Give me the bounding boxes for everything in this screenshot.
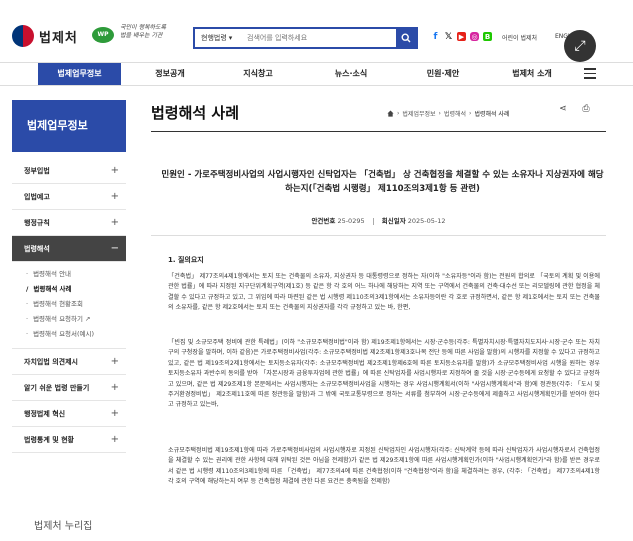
facebook-icon[interactable]: f [431, 32, 440, 42]
sidebar-item-easy-law[interactable]: 알기 쉬운 법령 만들기 + [12, 375, 126, 401]
logo-text: 법제처 [39, 30, 78, 46]
search-scope-select[interactable]: 현행법령 ▾ [195, 33, 243, 43]
site-logo[interactable]: 법제처 [12, 25, 78, 47]
plus-icon: + [110, 408, 119, 419]
print-icon[interactable]: ⎙ [579, 104, 593, 118]
plus-icon: + [110, 217, 119, 228]
nav-about[interactable]: 법제처 소개 [500, 63, 564, 85]
plus-icon: + [110, 356, 119, 367]
breadcrumb-item: 법령해석 사례 [474, 111, 510, 118]
sidebar-item-innovation[interactable]: 행정법제 혁신 + [12, 401, 126, 427]
expand-icon[interactable]: ⤢ [564, 30, 596, 62]
submenu-status[interactable]: 법령해석 현황조회 [26, 297, 126, 312]
sidebar-item-label: 자치입법 의견제시 [24, 357, 78, 366]
case-no: 25-0295 [337, 217, 365, 225]
breadcrumb-item[interactable]: 법령해석 [444, 109, 466, 118]
breadcrumb-item[interactable]: 법제업무정보 [402, 109, 435, 118]
sidebar-item-local-legislation[interactable]: 자치입법 의견제시 + [12, 349, 126, 375]
submenu-request-sample[interactable]: 법령해석 요청서(예시) [26, 327, 126, 342]
sidebar-title: 법제업무정보 [12, 100, 126, 152]
caret-down-icon: ▾ [228, 34, 233, 42]
date-label: 회신일자 [381, 217, 406, 225]
breadcrumb-sep: › [397, 110, 400, 117]
case-no-label: 안건번호 [311, 217, 336, 225]
sidebar-item-label: 행정법제 혁신 [24, 409, 66, 418]
kids-site-link[interactable]: 어린이 법제처 [502, 33, 537, 42]
case-title: 민원인 - 가로주택정비사업의 사업시행자인 신탁업자는 「건축법」 상 건축협… [161, 170, 604, 194]
sidebar-item-legislation-notice[interactable]: 입법예고 + [12, 184, 126, 210]
home-icon[interactable] [387, 110, 394, 117]
plus-icon: + [110, 382, 119, 393]
nav-civil[interactable]: 민원·제안 [412, 63, 474, 85]
plus-icon: + [110, 434, 119, 445]
instagram-icon[interactable]: ◎ [470, 32, 479, 41]
search-input[interactable] [243, 29, 396, 47]
slogan: 국민이 행복하도록 법을 배우는 기관 [120, 24, 167, 39]
share-icon[interactable]: ⋖ [556, 104, 570, 118]
nav-legal-info[interactable]: 법제업무정보 [38, 63, 121, 85]
x-twitter-icon[interactable]: 𝕏 [444, 32, 453, 42]
sidebar-item-interpretation[interactable]: 법령해석 − [12, 236, 126, 262]
youtube-icon[interactable]: ▶ [457, 32, 466, 41]
reply-date: 2025-05-12 [407, 217, 446, 225]
body-paragraph: 「건축법」 제77조의4제1항에서는 토지 또는 건축물의 소유자, 지상권자 … [168, 273, 600, 312]
nav-news[interactable]: 뉴스·소식 [320, 63, 382, 85]
plus-icon: + [110, 165, 119, 176]
minus-icon: − [110, 243, 119, 254]
sidebar-item-gov-legislation[interactable]: 정부입법 + [12, 158, 126, 184]
section-heading: 1. 질의요지 [168, 256, 204, 264]
sidebar-item-label: 법령해석 [24, 244, 50, 253]
page-title: 법령해석 사례 [151, 104, 240, 122]
search-icon [401, 33, 411, 43]
sidebar-item-label: 알기 쉬운 법령 만들기 [24, 383, 90, 392]
search-scope-value: 현행법령 [201, 34, 227, 42]
main-nav: 법제업무정보 정보공개 지식창고 뉴스·소식 민원·제안 법제처 소개 [0, 62, 633, 86]
nav-disclosure[interactable]: 정보공개 [140, 63, 200, 85]
search-bar: 현행법령 ▾ [193, 27, 418, 49]
site-header: 법제처 WP 국민이 행복하도록 법을 배우는 기관 현행법령 ▾ f 𝕏 ▶ … [0, 0, 633, 62]
sidebar-item-label: 법령통계 및 현황 [24, 435, 74, 444]
body-paragraph: 「빈집 및 소규모주택 정비에 관한 특례법」(이하 "소규모주택정비법"이라 … [168, 339, 600, 409]
sidebar-item-label: 입법예고 [24, 192, 50, 201]
submenu-request[interactable]: 법령해석 요청하기 ↗ [26, 312, 126, 327]
social-links: f 𝕏 ▶ ◎ B [431, 32, 492, 42]
submenu-cases[interactable]: 법령해석 사례 [26, 282, 126, 297]
sidebar-submenu: 법령해석 안내 법령해석 사례 법령해석 현황조회 법령해석 요청하기 ↗ 법령… [12, 262, 126, 349]
body-paragraph: 소규모주택정비법 제19조제1항에 따라 가로주택정비사업의 사업시행자로 지정… [168, 447, 600, 486]
nav-knowledge[interactable]: 지식창고 [228, 63, 288, 85]
sidebar-item-label: 정부입법 [24, 166, 50, 175]
submenu-guide[interactable]: 법령해석 안내 [26, 267, 126, 282]
sidebar-item-statistics[interactable]: 법령통계 및 현황 + [12, 427, 126, 453]
breadcrumb-sep: › [469, 110, 472, 117]
wp-badge-icon: WP [92, 27, 114, 43]
naver-blog-icon[interactable]: B [483, 32, 492, 41]
taegeuk-logo-icon [12, 25, 34, 47]
title-divider [151, 131, 606, 132]
site-footer-label: 법제처 누리집 [34, 521, 93, 532]
meta-divider [151, 235, 606, 236]
sidebar-item-label: 행정규칙 [24, 218, 50, 227]
sidebar-menu: 정부입법 + 입법예고 + 행정규칙 + 법령해석 − 법령해석 안내 법령해석… [12, 158, 126, 453]
breadcrumb-sep: › [438, 110, 441, 117]
breadcrumb: › 법제업무정보 › 법령해석 › 법령해석 사례 [387, 109, 509, 118]
plus-icon: + [110, 191, 119, 202]
search-button[interactable] [396, 29, 416, 47]
hamburger-menu-icon[interactable] [584, 68, 596, 80]
case-meta: 안건번호 25-0295 회신일자 2025-05-12 [151, 215, 606, 225]
sidebar-item-admin-rules[interactable]: 행정규칙 + [12, 210, 126, 236]
